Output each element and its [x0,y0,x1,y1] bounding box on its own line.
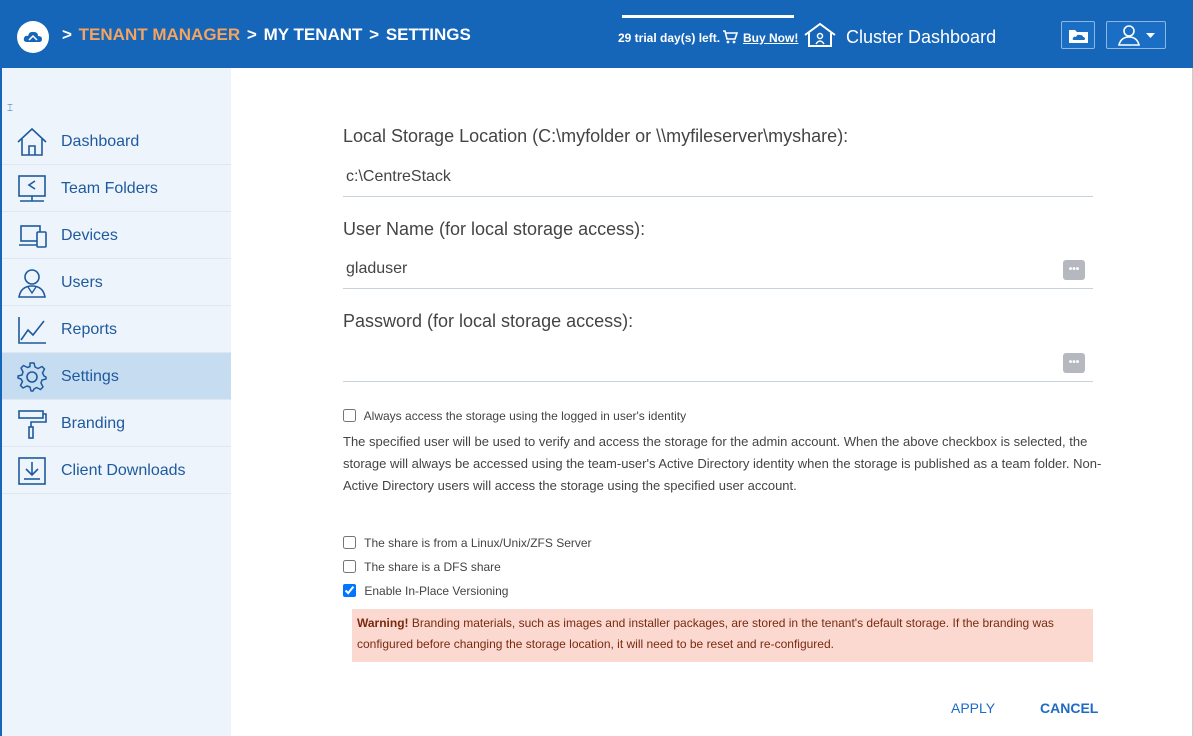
apply-button[interactable]: APPLY [951,700,995,716]
user-icon [18,269,46,298]
paint-roller-icon [18,410,47,439]
warning-text: Branding materials, such as images and i… [357,616,1054,651]
buy-now-link[interactable]: Buy Now! [743,31,798,45]
sidebar-item-label: Branding [61,415,126,432]
sidebar-item-label: Users [61,274,103,291]
breadcrumb-separator: > [369,25,380,44]
always-access-label: Always access the storage using the logg… [363,409,687,423]
breadcrumb-settings: SETTINGS [385,25,471,44]
linux-share-label: The share is from a Linux/Unix/ZFS Serve… [364,536,592,550]
breadcrumb-separator: > [62,25,72,44]
cloud-logo-icon[interactable] [17,21,49,53]
sidebar-item-users[interactable]: Users [2,259,231,306]
always-access-option: Always access the storage using the logg… [343,409,686,423]
cancel-button[interactable]: CANCEL [1040,700,1098,716]
local-storage-label: Local Storage Location (C:\myfolder or \… [343,126,849,146]
cloud-folder-icon [1069,30,1088,43]
username-input[interactable] [343,249,1093,289]
sidebar-item-settings[interactable]: Settings [2,353,231,400]
dfs-share-label: The share is a DFS share [364,560,501,574]
password-input[interactable] [343,342,1093,382]
trial-days-text: 29 trial day(s) left. [618,31,721,45]
always-access-checkbox[interactable] [343,409,356,422]
local-storage-input[interactable] [343,157,1093,197]
sidebar-item-label: Reports [61,321,118,338]
sidebar-item-branding[interactable]: Branding [2,400,231,447]
cluster-dashboard-link[interactable]: Cluster Dashboard [846,27,996,48]
user-menu-button[interactable] [1106,21,1166,49]
sidebar-collapse-icon[interactable]: ⌶ [7,103,13,114]
sidebar-item-label: Team Folders [61,180,158,197]
home-icon [17,127,47,156]
warning-box: Warning! Branding materials, such as ima… [352,609,1093,662]
versioning-checkbox[interactable] [343,584,356,597]
linux-share-checkbox[interactable] [343,536,356,549]
versioning-option: Enable In-Place Versioning [343,584,508,598]
sidebar-item-team-folders[interactable]: Team Folders [2,165,231,212]
dfs-share-option: The share is a DFS share [343,560,501,574]
sidebar-item-label: Settings [61,368,119,385]
breadcrumb-separator: > [246,25,257,44]
download-icon [18,457,46,485]
trial-progress-bar [622,15,794,18]
team-folder-icon [18,175,46,202]
sidebar-item-client-downloads[interactable]: Client Downloads [2,447,231,494]
cloud-folder-button[interactable] [1061,21,1095,49]
username-password-manager-button[interactable]: ••• [1063,260,1085,280]
versioning-label: Enable In-Place Versioning [364,584,509,598]
cluster-house-icon[interactable] [803,22,837,53]
sidebar-item-devices[interactable]: Devices [2,212,231,259]
breadcrumb-my-tenant[interactable]: MY TENANT [264,25,363,44]
devices-icon [19,225,47,248]
sidebar: ⌶ Dashboard Team Folders Devices Users R… [0,68,231,736]
cart-icon[interactable] [722,29,739,50]
sidebar-item-label: Client Downloads [61,462,186,479]
sidebar-item-label: Dashboard [61,133,140,150]
gear-icon [17,362,47,392]
password-label: Password (for local storage access): [343,311,634,331]
user-chevron-down-icon [1117,25,1155,46]
storage-description: The specified user will be used to verif… [343,434,1102,493]
dfs-share-checkbox[interactable] [343,560,356,573]
top-header: > TENANT MANAGER > MY TENANT > SETTINGS … [0,0,1193,68]
password-manager-button[interactable]: ••• [1063,353,1085,373]
settings-panel: Local Storage Location (C:\myfolder or \… [231,68,1193,736]
sidebar-nav: Dashboard Team Folders Devices Users Rep… [2,118,231,494]
sidebar-item-label: Devices [61,227,118,244]
chart-icon [18,317,46,344]
linux-share-option: The share is from a Linux/Unix/ZFS Serve… [343,536,592,550]
sidebar-item-reports[interactable]: Reports [2,306,231,353]
breadcrumb-tenant-manager[interactable]: TENANT MANAGER [79,25,241,44]
sidebar-item-dashboard[interactable]: Dashboard [2,118,231,165]
warning-title: Warning! [357,616,409,630]
breadcrumb: > TENANT MANAGER > MY TENANT > SETTINGS [62,25,473,45]
username-label: User Name (for local storage access): [343,219,646,239]
